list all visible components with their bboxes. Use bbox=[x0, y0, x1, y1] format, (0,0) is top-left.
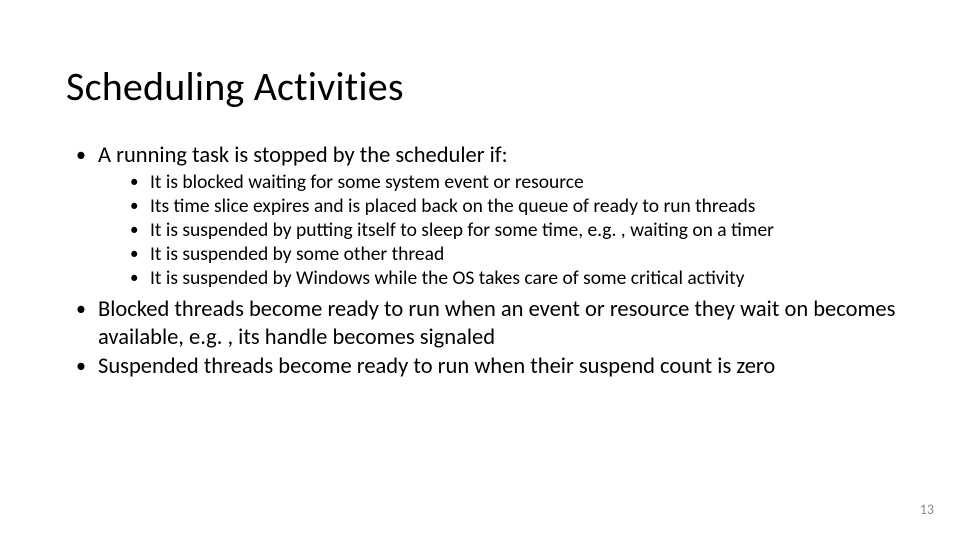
sub-bullet-text: Its time slice expires and is placed bac… bbox=[150, 194, 755, 218]
sub-bullet-item: It is blocked waiting for some system ev… bbox=[130, 171, 900, 195]
slide: Scheduling Activities A running task is … bbox=[0, 0, 960, 540]
bullet-item: A running task is stopped by the schedul… bbox=[76, 142, 900, 290]
bullet-item: Blocked threads become ready to run when… bbox=[76, 296, 900, 351]
bullet-item: Suspended threads become ready to run wh… bbox=[76, 353, 900, 380]
sub-bullet-item: It is suspended by Windows while the OS … bbox=[130, 267, 900, 291]
bullet-list-level1: A running task is stopped by the schedul… bbox=[76, 142, 900, 381]
sub-bullet-text: It is suspended by putting itself to sle… bbox=[150, 218, 774, 242]
sub-bullet-item: It is suspended by putting itself to sle… bbox=[130, 219, 900, 243]
bullet-text: A running task is stopped by the schedul… bbox=[98, 142, 508, 169]
bullet-text: Blocked threads become ready to run when… bbox=[98, 296, 895, 350]
slide-title: Scheduling Activities bbox=[66, 62, 404, 111]
sub-bullet-item: Its time slice expires and is placed bac… bbox=[130, 195, 900, 219]
sub-bullet-text: It is suspended by Windows while the OS … bbox=[150, 266, 744, 290]
page-number: 13 bbox=[920, 501, 934, 518]
sub-bullet-text: It is suspended by some other thread bbox=[150, 242, 444, 266]
bullet-list-level2: It is blocked waiting for some system ev… bbox=[98, 171, 900, 290]
sub-bullet-item: It is suspended by some other thread bbox=[130, 243, 900, 267]
slide-body: A running task is stopped by the schedul… bbox=[76, 142, 900, 383]
bullet-text: Suspended threads become ready to run wh… bbox=[98, 353, 775, 380]
sub-bullet-text: It is blocked waiting for some system ev… bbox=[150, 170, 584, 194]
